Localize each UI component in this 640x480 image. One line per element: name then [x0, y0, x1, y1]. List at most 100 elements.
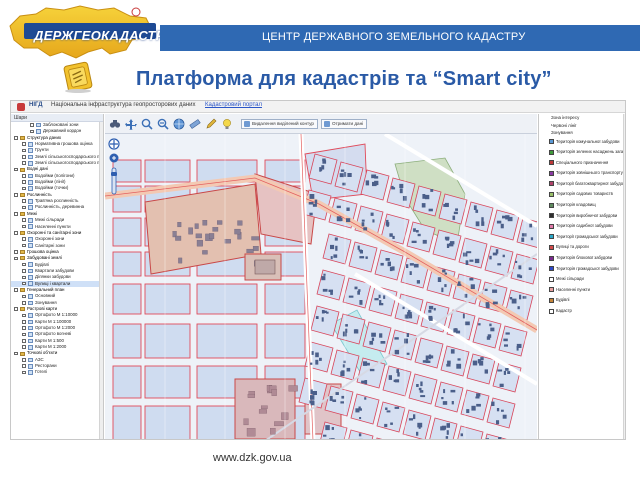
legend-swatch [549, 266, 554, 272]
binoculars-icon[interactable] [109, 118, 121, 130]
ruler-icon[interactable] [189, 118, 201, 130]
building [455, 330, 461, 334]
layer-checkbox[interactable] [22, 319, 26, 324]
building [452, 215, 456, 220]
layer-checkbox[interactable] [14, 167, 18, 172]
building [464, 321, 470, 326]
layer-checkbox[interactable] [22, 294, 26, 299]
layer-icon [28, 319, 33, 325]
building [371, 332, 376, 337]
building [428, 315, 433, 320]
get-data-button[interactable]: Отримати дані [321, 119, 368, 129]
map-view[interactable]: Видалення виділений контур Отримати дані [105, 114, 537, 440]
building [445, 202, 449, 207]
cadastral-map[interactable] [105, 134, 537, 440]
building [497, 369, 503, 372]
pan-icon[interactable] [125, 118, 137, 130]
building [473, 205, 477, 210]
building [274, 421, 284, 427]
layer-checkbox[interactable] [22, 332, 26, 337]
layer-checkbox[interactable] [30, 129, 34, 134]
building [521, 233, 527, 237]
building [517, 306, 520, 310]
layer-checkbox[interactable] [22, 237, 26, 242]
layer-checkbox[interactable] [22, 161, 26, 165]
layer-checkbox[interactable] [22, 218, 26, 223]
layer-checkbox[interactable] [22, 358, 26, 362]
legend-swatch [549, 255, 554, 261]
layer-checkbox[interactable] [14, 231, 18, 235]
building [399, 188, 403, 194]
legend-item: Територія блокової забудови [539, 253, 625, 264]
layer-checkbox[interactable] [22, 142, 26, 146]
derzhgeokadastr-logo[interactable]: ДЕРЖГЕОКАДАСТР [6, 4, 176, 60]
building [322, 160, 327, 164]
building [385, 258, 390, 261]
building [246, 428, 256, 437]
layer-checkbox[interactable] [14, 135, 18, 140]
layer-checkbox[interactable] [22, 199, 26, 204]
building [419, 390, 424, 393]
layer-checkbox[interactable] [14, 351, 18, 356]
layer-checkbox[interactable] [14, 307, 18, 311]
building [358, 289, 361, 292]
layers-scrollbar[interactable] [99, 122, 103, 439]
building [420, 395, 426, 398]
footer-url[interactable]: www.dzk.gov.ua [213, 452, 292, 464]
layer-checkbox[interactable] [14, 212, 18, 216]
zoom-out-icon[interactable] [157, 118, 169, 130]
layer-checkbox[interactable] [22, 364, 26, 368]
layer-checkbox[interactable] [14, 288, 18, 292]
layer-checkbox[interactable] [22, 148, 26, 153]
building [346, 207, 350, 211]
building [362, 361, 368, 366]
legend-item: Територія кладовищ [539, 200, 625, 211]
slide-title: Платформа для кадастрів та “Smart city” [136, 68, 552, 90]
building [364, 380, 368, 385]
legend-scrollbar[interactable] [623, 114, 625, 439]
layer-checkbox[interactable] [14, 256, 18, 261]
layer-checkbox[interactable] [22, 281, 26, 286]
zoom-in-icon[interactable] [141, 118, 153, 130]
building [194, 223, 199, 229]
layer-item[interactable]: Готелі [11, 369, 103, 375]
building [492, 289, 498, 293]
layer-checkbox[interactable] [22, 155, 26, 159]
layer-checkbox[interactable] [22, 224, 26, 229]
layer-checkbox[interactable] [22, 262, 26, 267]
building [428, 309, 432, 313]
building [442, 269, 446, 273]
layer-checkbox[interactable] [14, 193, 18, 197]
layer-checkbox[interactable] [30, 123, 34, 127]
layer-checkbox[interactable] [22, 243, 26, 248]
layer-checkbox[interactable] [22, 180, 26, 184]
layer-checkbox[interactable] [22, 269, 26, 273]
layer-checkbox[interactable] [22, 338, 26, 343]
cadastral-portal-link[interactable]: Кадастровий портал [205, 102, 262, 108]
delete-selected-contour-button[interactable]: Видалення виділений контур [241, 119, 318, 129]
building [416, 230, 419, 233]
layer-checkbox[interactable] [22, 186, 26, 191]
layer-checkbox[interactable] [22, 313, 26, 318]
legend-label: Територія зовнішнього транспорту [556, 170, 623, 176]
building [202, 250, 208, 255]
globe-icon[interactable] [173, 118, 185, 130]
layer-checkbox[interactable] [22, 174, 26, 178]
map-zoom-control[interactable] [108, 138, 120, 198]
layer-checkbox[interactable] [22, 300, 26, 305]
lightbulb-icon[interactable] [221, 118, 233, 130]
layer-checkbox[interactable] [22, 370, 26, 375]
layer-checkbox[interactable] [22, 345, 26, 349]
layer-checkbox[interactable] [14, 250, 18, 254]
legend-swatch [549, 298, 554, 303]
building [402, 306, 405, 310]
legend-heading: Зона інтересу [551, 115, 580, 120]
layer-icon [28, 363, 33, 369]
building [408, 418, 413, 421]
building [413, 263, 419, 268]
layer-checkbox[interactable] [22, 205, 26, 210]
pencil-icon[interactable] [205, 118, 217, 130]
layer-checkbox[interactable] [22, 326, 26, 330]
layer-checkbox[interactable] [22, 275, 26, 280]
layer-icon [36, 122, 41, 128]
